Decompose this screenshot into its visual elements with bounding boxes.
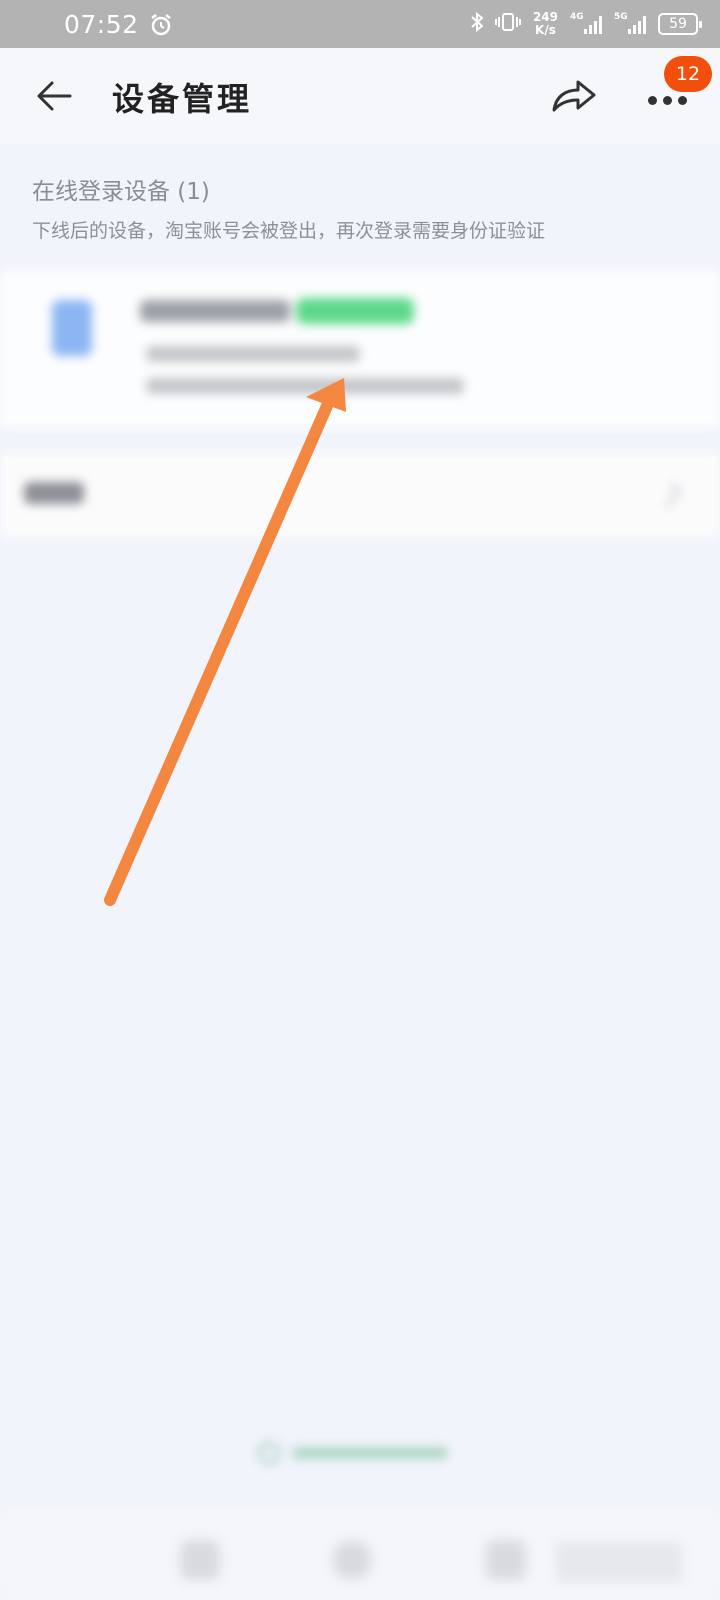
sim2-network-type: 5G — [614, 12, 628, 22]
bottom-nav-bar — [0, 1510, 720, 1600]
network-speed-unit: K/s — [535, 23, 556, 37]
status-time: 07:52 — [64, 9, 139, 39]
phone-device-icon — [52, 300, 92, 356]
notification-badge: 12 — [664, 56, 712, 92]
status-bar: 07:52 249 K/s 4G 5G 59 — [0, 0, 720, 48]
status-indicators: 249 K/s 4G 5G 59 — [471, 11, 702, 37]
sim1-network-type: 4G — [570, 12, 584, 22]
bluetooth-icon — [471, 11, 484, 36]
battery-indicator: 59 — [658, 13, 702, 35]
other-devices-label-redacted — [24, 482, 84, 504]
online-devices-hint: 下线后的设备，淘宝账号会被登出，再次登录需要身份证验证 — [32, 220, 546, 242]
app-header: 设备管理 — [0, 48, 720, 144]
bottom-link-text-redacted — [292, 1447, 448, 1459]
nav-tab-icon-1[interactable] — [180, 1540, 220, 1580]
other-devices-row[interactable] — [0, 452, 720, 538]
signal-sim1-icon: 4G — [570, 12, 602, 34]
device-card[interactable] — [0, 270, 720, 428]
alarm-icon — [149, 13, 171, 36]
battery-level: 59 — [669, 16, 687, 32]
back-arrow-icon[interactable] — [34, 76, 74, 116]
current-device-tag-redacted — [296, 298, 414, 324]
nav-tab-redacted-block — [556, 1542, 682, 1582]
nav-tab-icon-2[interactable] — [332, 1540, 372, 1580]
online-devices-title: 在线登录设备 (1) — [32, 179, 210, 205]
vibrate-icon — [494, 12, 521, 36]
device-login-time-redacted — [146, 378, 464, 394]
bottom-link-redacted[interactable] — [258, 1442, 458, 1464]
signal-sim2-icon: 5G — [614, 12, 646, 34]
network-speed: 249 K/s — [533, 11, 558, 37]
page-title: 设备管理 — [112, 80, 253, 118]
chevron-right-icon — [656, 482, 682, 508]
info-circle-icon — [258, 1442, 280, 1464]
device-info-line-redacted — [146, 346, 360, 362]
share-icon[interactable] — [550, 76, 598, 116]
nav-tab-icon-3[interactable] — [486, 1540, 526, 1580]
device-name-redacted — [140, 300, 290, 322]
